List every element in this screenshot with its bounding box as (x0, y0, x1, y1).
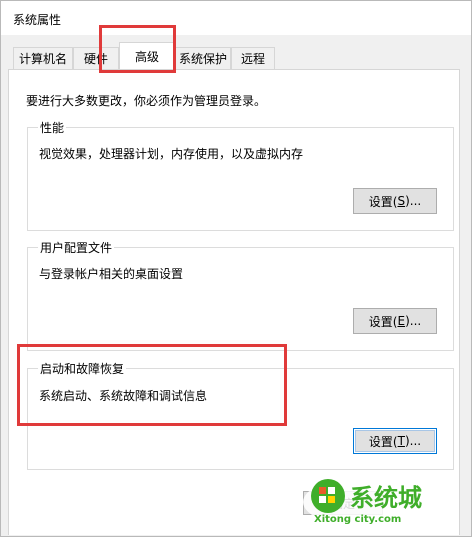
watermark-logo: 系统城 Xitong city.com (302, 472, 452, 530)
user-profiles-settings-suffix: )... (405, 314, 422, 328)
startup-recovery-settings-label: 设置( (368, 434, 398, 449)
performance-group-title: 性能 (38, 119, 67, 136)
tab-remote[interactable]: 远程 (231, 47, 275, 69)
watermark-brand: 系统城 (350, 484, 422, 512)
annotation-highlight-advanced-tab (99, 25, 176, 73)
admin-notice: 要进行大多数更改，你必须作为管理员登录。 (26, 94, 267, 108)
performance-settings-button[interactable]: 设置(S)... (353, 188, 437, 214)
user-profiles-settings-button[interactable]: 设置(E)... (353, 308, 437, 334)
user-profiles-settings-label: 设置( (368, 314, 398, 329)
startup-recovery-settings-suffix: )... (404, 434, 422, 448)
user-profiles-settings-accesskey: E (397, 314, 406, 328)
performance-description: 视觉效果，处理器计划，内存使用，以及虚拟内存 (39, 147, 304, 161)
user-profiles-description: 与登录帐户相关的桌面设置 (39, 267, 184, 281)
annotation-highlight-startup-recovery (17, 344, 287, 426)
tab-computer-name[interactable]: 计算机名 (13, 47, 73, 69)
performance-settings-suffix: )... (405, 194, 422, 208)
performance-settings-label: 设置( (368, 194, 398, 209)
tab-system-protection[interactable]: 系统保护 (175, 47, 231, 69)
user-profiles-group: 用户配置文件 与登录帐户相关的桌面设置 设置(E)... (27, 239, 454, 351)
watermark-url: Xitong city.com (314, 514, 402, 525)
startup-recovery-settings-accesskey: T (397, 434, 405, 448)
title-bar: 系统属性 (1, 1, 471, 35)
performance-group: 性能 视觉效果，处理器计划，内存使用，以及虚拟内存 设置(S)... (27, 119, 454, 231)
tab-strip: 计算机名 硬件 高级 系统保护 远程 (1, 35, 471, 71)
startup-recovery-settings-button[interactable]: 设置(T)... (353, 428, 437, 454)
performance-settings-accesskey: S (397, 194, 406, 208)
window-title: 系统属性 (13, 13, 62, 27)
user-profiles-group-title: 用户配置文件 (38, 239, 115, 256)
